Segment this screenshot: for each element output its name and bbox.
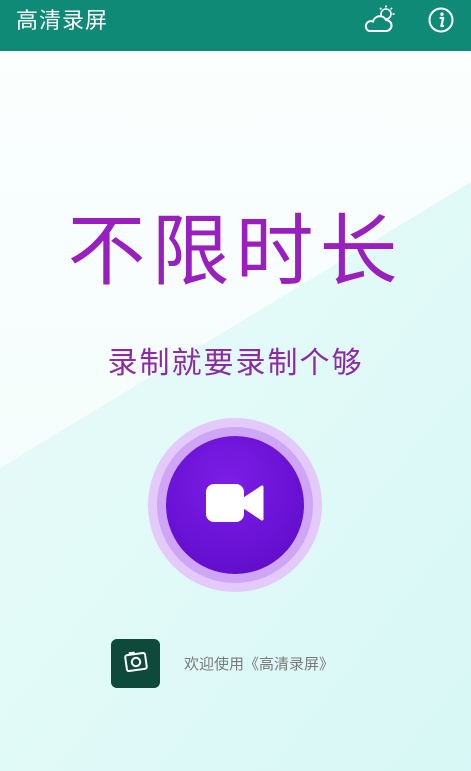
- weather-settings-icon: [362, 4, 398, 40]
- main-content: 不限时长 录制就要录制个够 欢迎使用《高清录屏》: [0, 51, 471, 771]
- camera-logo-icon: [122, 648, 150, 680]
- info-icon: [427, 6, 455, 38]
- video-camera-icon: [204, 481, 266, 529]
- app-title: 高清录屏: [16, 9, 109, 34]
- app-logo: [111, 639, 160, 688]
- welcome-text: 欢迎使用《高清录屏》: [184, 655, 335, 673]
- headline-unlimited: 不限时长: [67, 207, 404, 297]
- app-root: 高清录屏 不限时长 录制就要录制个够 欢迎使用《高清录屏》: [0, 0, 471, 771]
- record-button[interactable]: [148, 418, 322, 592]
- top-app-bar: 高清录屏: [0, 0, 471, 51]
- subline-slogan: 录制就要录制个够: [107, 346, 364, 381]
- weather-settings-button[interactable]: [360, 4, 400, 40]
- record-button-core: [166, 436, 304, 574]
- info-button[interactable]: [421, 4, 461, 40]
